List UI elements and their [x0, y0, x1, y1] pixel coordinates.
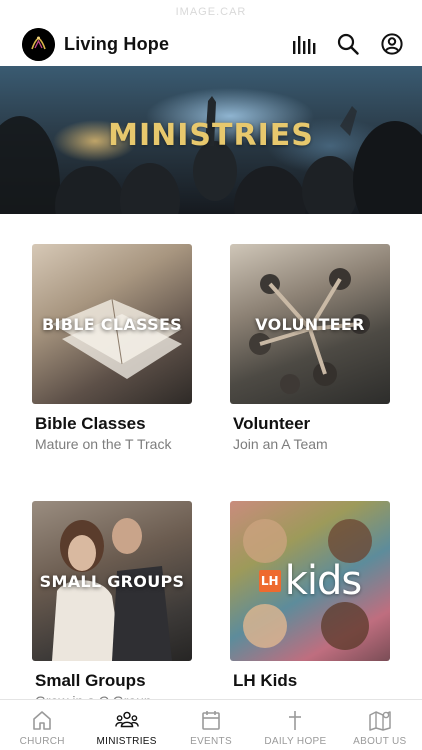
tab-about-us[interactable]: ABOUT US	[338, 700, 422, 750]
small-groups-thumbnail[interactable]: SMALL GROUPS	[32, 501, 192, 661]
bible-classes-thumbnail[interactable]: BIBLE CLASSES	[32, 244, 192, 404]
hero-title: MINISTRIES	[108, 118, 314, 153]
tab-label: ABOUT US	[353, 736, 407, 747]
card-title: Small Groups	[35, 671, 146, 690]
tab-label: EVENTS	[190, 736, 232, 747]
card-title: Volunteer	[233, 414, 311, 433]
ministry-card-volunteer[interactable]: VOLUNTEER Volunteer Join an A Team	[230, 244, 390, 452]
app-title: Living Hope	[64, 33, 170, 54]
status-bar: IMAGE.CAR	[175, 6, 247, 18]
tab-label: CHURCH	[19, 736, 65, 747]
people-group-icon	[114, 708, 139, 732]
map-pin-icon	[368, 708, 392, 732]
card-subtitle: Join an A Team	[233, 436, 328, 452]
hero-banner: MINISTRIES	[0, 66, 422, 214]
bottom-tab-bar: CHURCH MINISTRIES EVENTS DAILY HOPE ABOU…	[0, 699, 422, 750]
tab-label: DAILY HOPE	[264, 736, 327, 747]
lh-kids-thumbnail[interactable]: LH kids	[230, 501, 390, 661]
tab-church[interactable]: CHURCH	[0, 700, 84, 750]
bible-classes-overlay: BIBLE CLASSES	[41, 314, 183, 334]
card-title: Bible Classes	[35, 414, 146, 433]
profile-icon[interactable]	[380, 32, 404, 56]
ministry-card-lh-kids[interactable]: LH kids LH Kids	[230, 501, 390, 693]
tab-label: MINISTRIES	[96, 736, 157, 747]
cross-icon	[283, 708, 307, 732]
ministry-card-bible-classes[interactable]: BIBLE CLASSES Bible Classes Mature on th…	[32, 244, 192, 452]
tab-ministries[interactable]: MINISTRIES	[84, 700, 168, 750]
lh-badge: LH	[258, 570, 281, 592]
audio-bars-icon[interactable]	[292, 32, 316, 56]
app-header: Living Hope	[0, 22, 422, 66]
volunteer-overlay: VOLUNTEER	[255, 314, 365, 334]
volunteer-thumbnail[interactable]: VOLUNTEER	[230, 244, 390, 404]
lh-kids-logo: LH kids	[258, 558, 363, 604]
tab-events[interactable]: EVENTS	[169, 700, 253, 750]
card-subtitle: Mature on the T Track	[35, 436, 172, 452]
ministry-card-small-groups[interactable]: SMALL GROUPS Small Groups Grow in a C Gr…	[32, 501, 192, 709]
church-logo[interactable]	[22, 27, 55, 61]
small-groups-overlay: SMALL GROUPS	[39, 571, 185, 591]
home-icon	[30, 708, 54, 732]
search-icon[interactable]	[336, 32, 360, 56]
card-title: LH Kids	[233, 671, 298, 690]
tab-daily-hope[interactable]: DAILY HOPE	[253, 700, 337, 750]
kids-word: kids	[284, 558, 363, 604]
calendar-icon	[199, 708, 223, 732]
